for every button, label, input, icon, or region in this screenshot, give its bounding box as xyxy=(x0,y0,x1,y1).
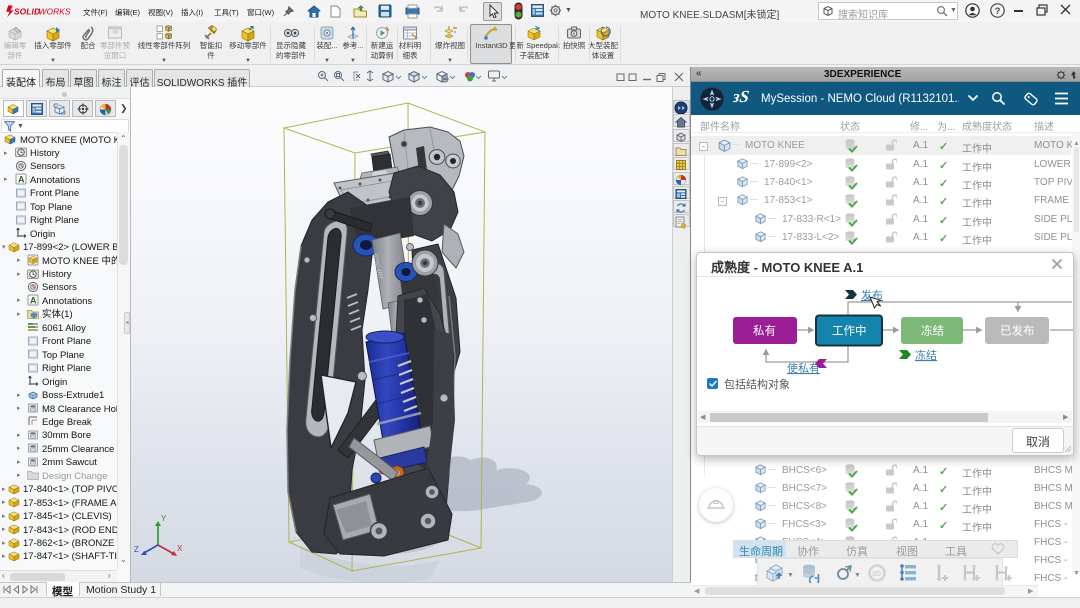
svg-text:私有: 私有 xyxy=(753,324,776,338)
svg-text:使私有: 使私有 xyxy=(787,361,820,375)
svg-text:X: X xyxy=(177,544,183,553)
svg-text:工作中: 工作中 xyxy=(832,325,867,338)
svg-text:Y: Y xyxy=(161,514,167,523)
svg-text:已发布: 已发布 xyxy=(1000,324,1035,338)
svg-text:冻结: 冻结 xyxy=(915,348,937,362)
svg-text:3D: 3D xyxy=(872,571,881,578)
svg-text:Z: Z xyxy=(134,545,139,554)
svg-text:WORKS: WORKS xyxy=(39,7,71,17)
svg-text:A: A xyxy=(18,175,25,185)
svg-text:包括结构对象: 包括结构对象 xyxy=(724,377,790,391)
svg-text:冻结: 冻结 xyxy=(921,324,944,338)
svg-text:A: A xyxy=(30,296,37,306)
svg-text:SOLID: SOLID xyxy=(14,7,40,17)
svg-text:?: ? xyxy=(995,6,1001,17)
